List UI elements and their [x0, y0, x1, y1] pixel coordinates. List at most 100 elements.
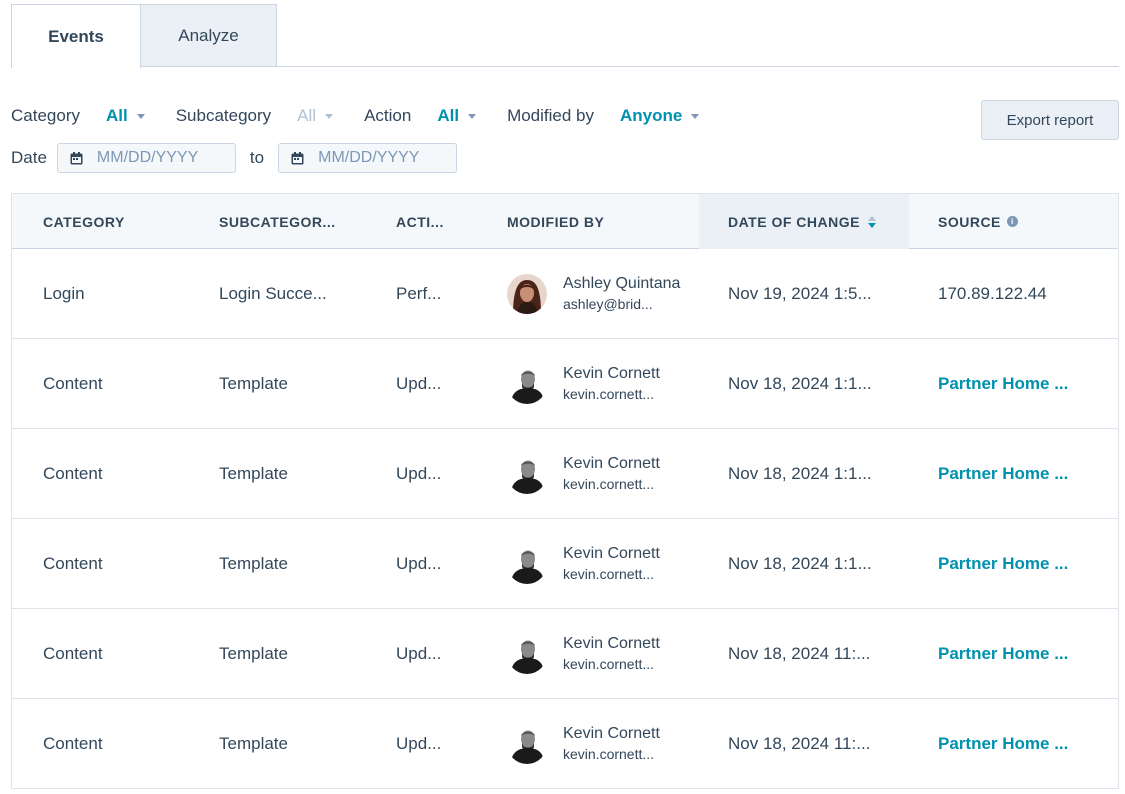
user-name: Ashley Quintana — [563, 275, 681, 292]
cell-date-of-change: Nov 18, 2024 1:1... — [728, 554, 872, 573]
tab-events[interactable]: Events — [11, 4, 141, 68]
subcategory-filter-value: All — [297, 106, 317, 125]
cell-source: 170.89.122.44 — [938, 284, 1047, 303]
modified-by-filter-dropdown[interactable]: Anyone — [620, 106, 700, 126]
cell-source[interactable]: Partner Home ... — [938, 339, 1068, 429]
avatar — [507, 544, 547, 584]
action-filter-value: All — [437, 106, 460, 125]
date-filter-row: Date MM/DD/YYYY to MM/DD/YYYY — [11, 143, 458, 173]
table-row[interactable]: Content Template Upd... Kevin Cornett ke… — [12, 519, 1118, 609]
avatar — [507, 724, 547, 764]
user-name: Kevin Cornett — [563, 545, 660, 562]
subcategory-filter-dropdown[interactable]: All — [297, 106, 334, 126]
info-icon[interactable]: i — [1006, 216, 1018, 227]
chevron-down-icon — [325, 114, 334, 119]
export-report-button[interactable]: Export report — [981, 100, 1119, 140]
cell-category: Content — [43, 464, 103, 483]
audit-log-table: CATEGORY SUBCATEGOR... ACTI... MODIFIED … — [11, 193, 1119, 789]
cell-source[interactable]: Partner Home ... — [938, 429, 1068, 519]
column-header-date-of-change[interactable]: DATE OF CHANGE — [699, 194, 909, 249]
category-filter-dropdown[interactable]: All — [106, 106, 145, 126]
cell-source[interactable]: Partner Home ... — [938, 519, 1068, 609]
cell-action: Upd... — [396, 374, 442, 393]
date-to-placeholder: MM/DD/YYYY — [318, 149, 420, 166]
user-name: Kevin Cornett — [563, 455, 660, 472]
filters-row: Category All Subcategory All Action All … — [11, 104, 700, 128]
modified-by-filter-label: Modified by — [507, 106, 594, 125]
user-email: kevin.cornett... — [563, 386, 655, 402]
cell-date-of-change: Nov 18, 2024 1:1... — [728, 464, 872, 483]
tab-bar: Events Analyze — [11, 4, 1119, 68]
date-of-change-label: DATE OF CHANGE — [728, 213, 860, 230]
calendar-icon — [70, 151, 83, 164]
cell-date-of-change: Nov 19, 2024 1:5... — [728, 284, 872, 303]
column-header-action[interactable]: ACTI... — [396, 194, 444, 249]
subcategory-filter-label: Subcategory — [175, 106, 272, 125]
cell-modified-by: Kevin Cornett kevin.cornett... — [507, 609, 660, 699]
table-header: CATEGORY SUBCATEGOR... ACTI... MODIFIED … — [12, 193, 1118, 249]
table-row[interactable]: Content Template Upd... Kevin Cornett ke… — [12, 339, 1118, 429]
user-email: kevin.cornett... — [563, 476, 655, 492]
cell-subcategory: Template — [219, 374, 288, 393]
user-name: Kevin Cornett — [563, 635, 660, 652]
cell-date-of-change: Nov 18, 2024 11:... — [728, 644, 871, 663]
table-row[interactable]: Content Template Upd... Kevin Cornett ke… — [12, 699, 1118, 789]
cell-date-of-change: Nov 18, 2024 11:... — [728, 734, 871, 753]
cell-category: Content — [43, 374, 103, 393]
cell-action: Upd... — [396, 734, 442, 753]
cell-source[interactable]: Partner Home ... — [938, 609, 1068, 699]
user-name: Kevin Cornett — [563, 365, 660, 382]
cell-action: Perf... — [396, 284, 442, 303]
date-filter-label: Date — [11, 148, 47, 167]
user-email: kevin.cornett... — [563, 566, 655, 582]
modified-by-filter-value: Anyone — [620, 106, 683, 125]
avatar — [507, 274, 547, 314]
user-email: kevin.cornett... — [563, 746, 655, 762]
date-from-input[interactable]: MM/DD/YYYY — [56, 143, 236, 173]
avatar — [507, 454, 547, 494]
cell-subcategory: Template — [219, 554, 288, 573]
calendar-icon — [291, 151, 304, 164]
cell-subcategory: Login Succe... — [219, 284, 327, 303]
source-label: SOURCE — [938, 213, 1001, 230]
action-filter-label: Action — [364, 106, 412, 125]
cell-subcategory: Template — [219, 734, 288, 753]
date-to-label: to — [249, 148, 265, 167]
cell-category: Content — [43, 644, 103, 663]
table-body: Login Login Succe... Perf... Ashley Quin… — [12, 249, 1118, 789]
cell-modified-by: Kevin Cornett kevin.cornett... — [507, 519, 660, 609]
cell-subcategory: Template — [219, 464, 288, 483]
table-row[interactable]: Content Template Upd... Kevin Cornett ke… — [12, 609, 1118, 699]
cell-source[interactable]: Partner Home ... — [938, 699, 1068, 789]
table-row[interactable]: Content Template Upd... Kevin Cornett ke… — [12, 429, 1118, 519]
chevron-down-icon — [691, 114, 700, 119]
chevron-down-icon — [468, 114, 477, 119]
tab-analyze[interactable]: Analyze — [141, 4, 277, 67]
column-header-modified-by[interactable]: MODIFIED BY — [507, 194, 604, 249]
cell-modified-by: Kevin Cornett kevin.cornett... — [507, 699, 660, 789]
avatar — [507, 634, 547, 674]
column-header-category[interactable]: CATEGORY — [43, 194, 125, 249]
action-filter-dropdown[interactable]: All — [437, 106, 477, 126]
table-row[interactable]: Login Login Succe... Perf... Ashley Quin… — [12, 249, 1118, 339]
user-name: Kevin Cornett — [563, 725, 660, 742]
cell-modified-by: Ashley Quintana ashley@brid... — [507, 249, 680, 339]
user-email: ashley@brid... — [563, 296, 653, 312]
category-filter-value: All — [105, 106, 128, 125]
column-header-subcategory[interactable]: SUBCATEGOR... — [219, 194, 336, 249]
cell-action: Upd... — [396, 644, 442, 663]
cell-category: Content — [43, 554, 103, 573]
date-from-placeholder: MM/DD/YYYY — [96, 149, 199, 166]
cell-action: Upd... — [396, 464, 442, 483]
cell-modified-by: Kevin Cornett kevin.cornett... — [507, 339, 660, 429]
user-email: kevin.cornett... — [563, 656, 655, 672]
column-header-source[interactable]: SOURCE i — [938, 194, 1018, 249]
cell-subcategory: Template — [219, 644, 288, 663]
cell-category: Login — [43, 284, 85, 303]
date-to-input[interactable]: MM/DD/YYYY — [278, 143, 458, 173]
cell-action: Upd... — [396, 554, 442, 573]
cell-modified-by: Kevin Cornett kevin.cornett... — [507, 429, 660, 519]
cell-date-of-change: Nov 18, 2024 1:1... — [728, 374, 872, 393]
category-filter-label: Category — [11, 106, 80, 125]
sort-icon — [867, 215, 876, 228]
